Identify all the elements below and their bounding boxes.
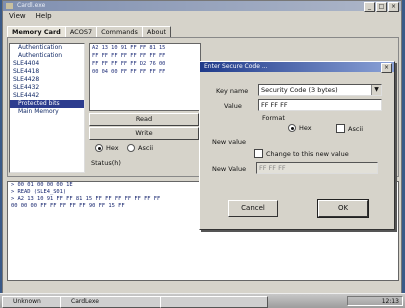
maximize-button[interactable]: □ [376, 2, 387, 12]
tab-memory-card[interactable]: Memory Card [7, 26, 66, 37]
dialog-title-bar: Enter Secure Code ... × [200, 62, 394, 73]
radio-ascii-icon [336, 124, 345, 133]
radio-ascii-icon [127, 144, 135, 152]
new-value-label: New Value [212, 165, 247, 173]
hex-row: FF FF FF FF FF D2 76 00 [92, 61, 166, 67]
system-tray-clock: 12:13 [347, 296, 403, 306]
format-label: Format [262, 114, 285, 122]
menu-bar: View Help [3, 12, 52, 23]
write-button[interactable]: Write [89, 127, 199, 140]
taskbar: Unknown CardLexe 12:13 [0, 293, 405, 308]
change-value-checkbox[interactable]: Change to this new value [254, 149, 349, 158]
tab-commands[interactable]: Commands [96, 26, 143, 37]
minimize-button[interactable]: _ [364, 2, 375, 12]
tree-item[interactable]: Authentication [10, 52, 84, 60]
title-bar: Cardl.exe _ □ × [3, 1, 401, 12]
radio-hex-icon [95, 144, 103, 152]
window-title: Cardl.exe [17, 2, 46, 9]
secure-code-dialog: Enter Secure Code ... × Key name Securit… [199, 61, 395, 230]
tree-item-selected[interactable]: Protected bits [10, 100, 84, 108]
radio-hex-icon [288, 124, 296, 132]
hex-row: A2 13 10 91 FF FF 81 15 [92, 45, 166, 51]
value-input[interactable]: FF FF FF [258, 99, 382, 111]
tree-item[interactable]: Main Memory [10, 108, 84, 116]
menu-help[interactable]: Help [36, 12, 52, 23]
key-name-label: Key name [216, 87, 249, 95]
tree-item[interactable]: SLE4418 [10, 68, 84, 76]
tree-item[interactable]: Authentication [10, 44, 84, 52]
taskbar-item-unknown[interactable]: Unknown [2, 296, 68, 308]
close-button[interactable]: × [388, 2, 399, 12]
tab-about[interactable]: About [141, 26, 172, 37]
card-type-tree[interactable]: Authentication Authentication SLE4404 SL… [9, 43, 85, 173]
tab-strip: Memory Card ACOS7 Commands About [7, 26, 172, 37]
format-radio-ascii[interactable]: Ascii [127, 144, 153, 152]
memory-hex-view[interactable]: A2 13 10 91 FF FF 81 15 FF FF FF FF FF F… [89, 43, 201, 111]
dialog-radio-hex[interactable]: Hex [288, 124, 312, 132]
checkbox-icon [254, 149, 263, 158]
hex-row: FF FF FF FF FF FF FF FF [92, 53, 166, 59]
ok-button[interactable]: OK [317, 199, 369, 218]
value-label: Value [224, 102, 242, 110]
taskbar-item-blank[interactable] [160, 296, 268, 308]
menu-view[interactable]: View [9, 12, 26, 23]
tree-item[interactable]: SLE4428 [10, 76, 84, 84]
tab-acos7[interactable]: ACOS7 [64, 26, 98, 37]
status-label: Status(h) [91, 159, 121, 167]
new-value-section-label: New value [212, 138, 246, 146]
dialog-title: Enter Secure Code ... [204, 63, 268, 70]
chevron-down-icon[interactable]: ▼ [371, 85, 381, 95]
dialog-close-icon[interactable]: × [381, 63, 392, 73]
hex-row: 00 04 00 FF FF FF FF FF [92, 69, 166, 75]
new-value-input[interactable]: FF FF FF [256, 162, 378, 174]
tree-item[interactable]: SLE4442 [10, 92, 84, 100]
main-window: Cardl.exe _ □ × View Help Memory Card AC… [2, 0, 402, 294]
cancel-button[interactable]: Cancel [228, 200, 278, 217]
tree-item[interactable]: SLE4404 [10, 60, 84, 68]
tree-item[interactable]: SLE4432 [10, 84, 84, 92]
app-icon [6, 3, 13, 9]
read-button[interactable]: Read [89, 113, 199, 126]
format-radio-hex[interactable]: Hex [95, 144, 119, 152]
key-name-select[interactable]: Security Code (3 bytes) ▼ [258, 84, 382, 96]
dialog-radio-ascii[interactable]: Ascii [336, 124, 363, 133]
taskbar-item-cardlexe[interactable]: CardLexe [60, 296, 168, 308]
